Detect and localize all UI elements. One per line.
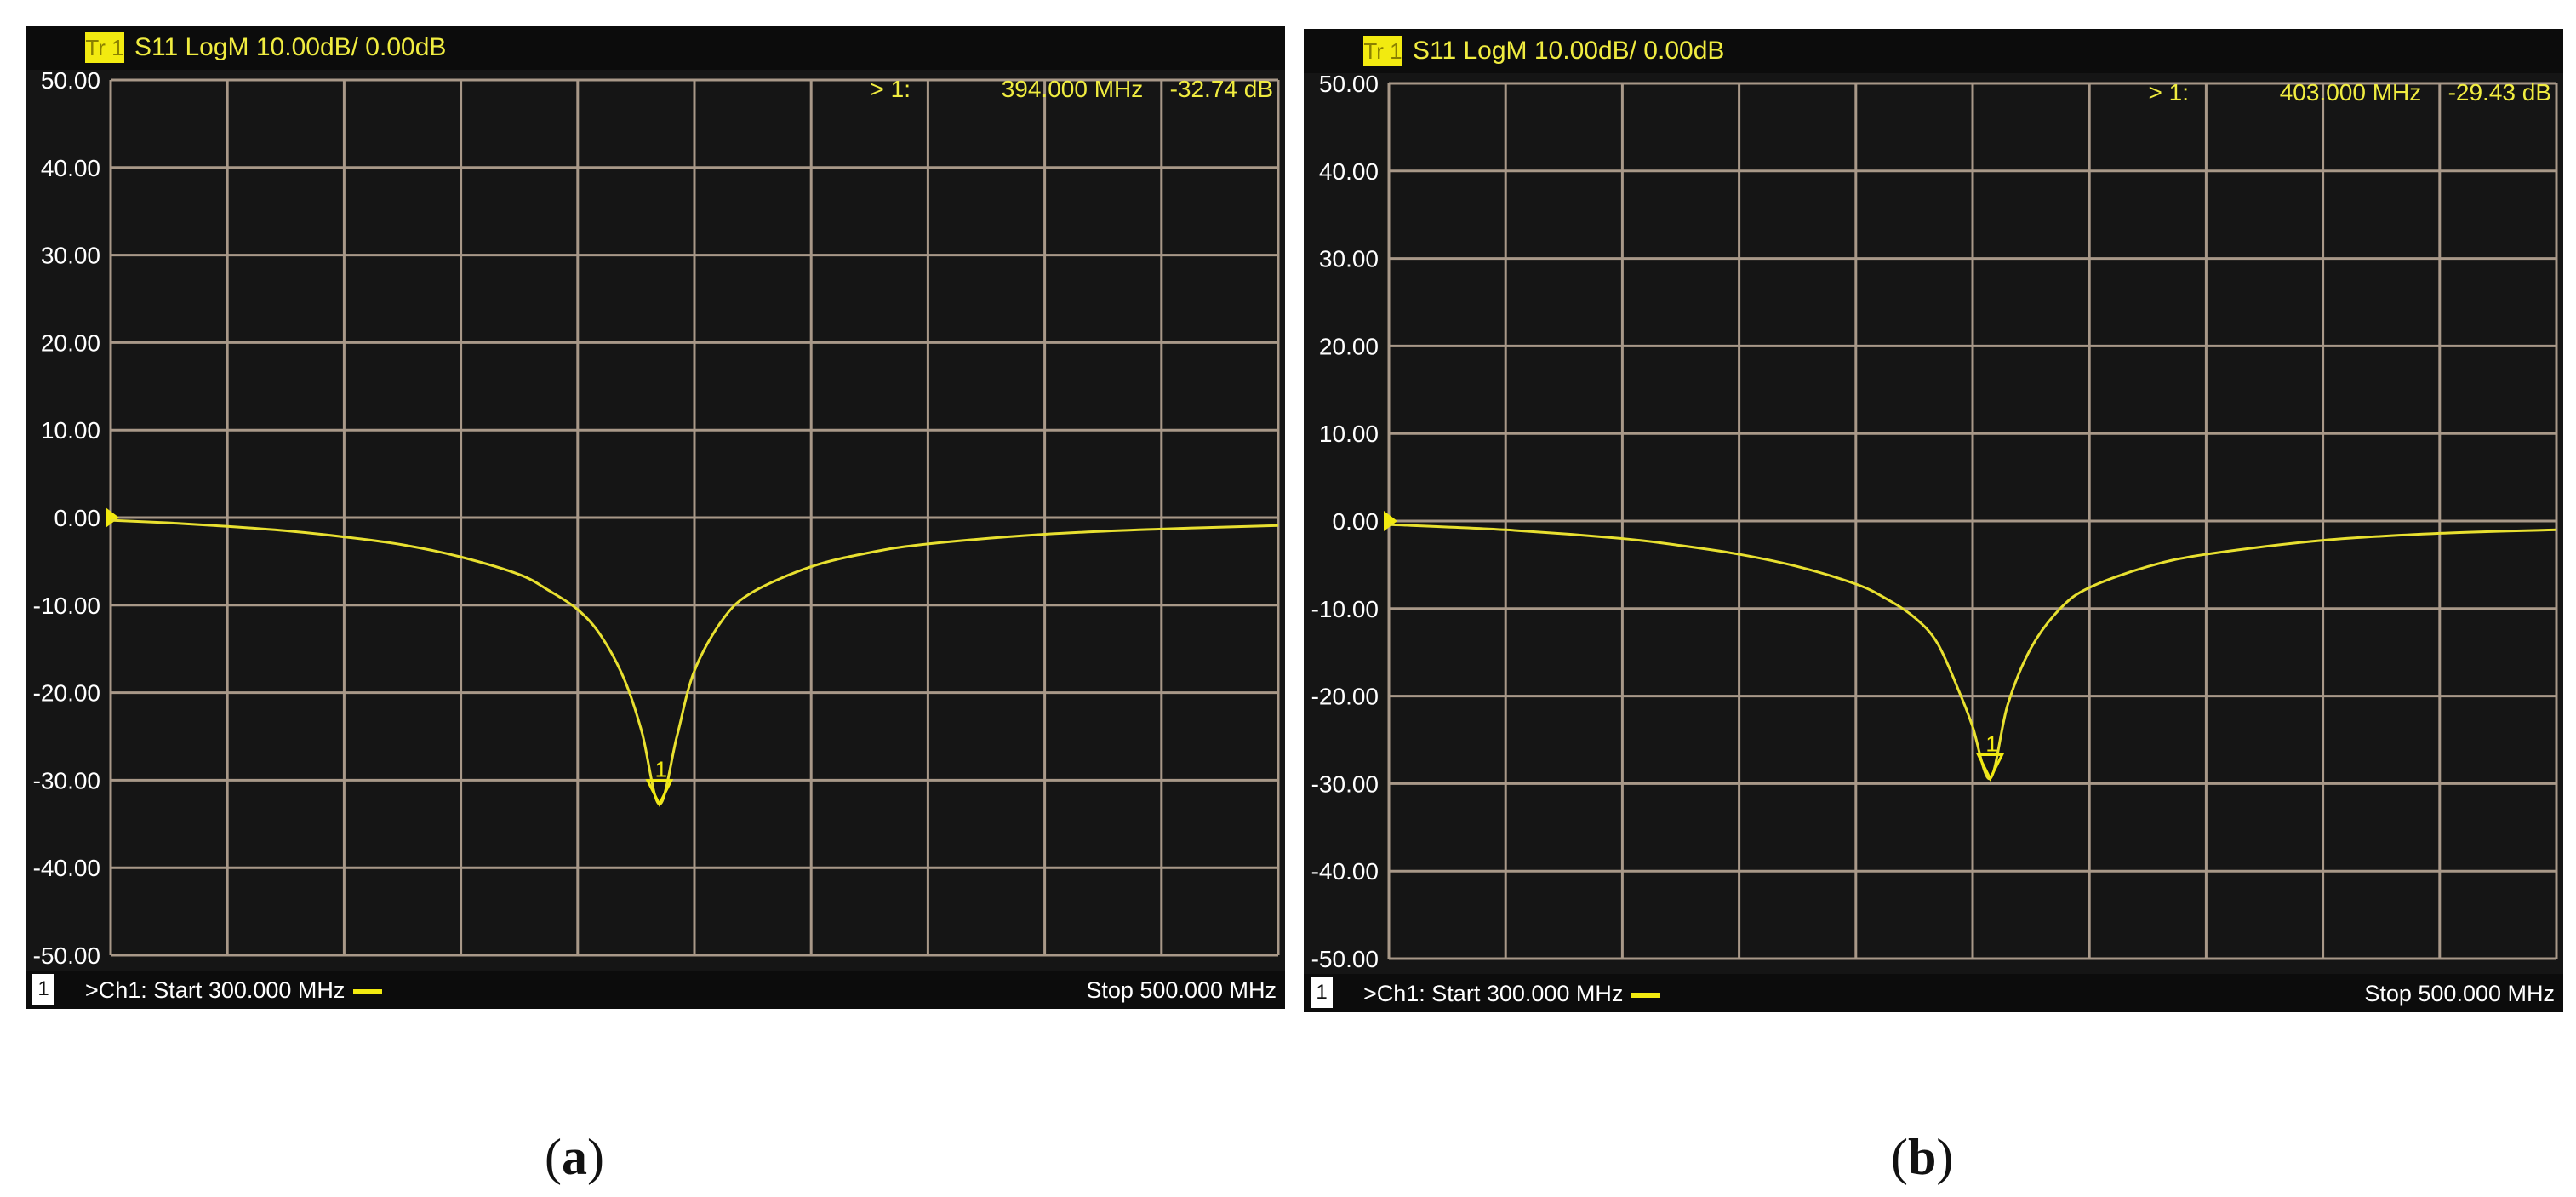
vna-panel-b: Tr 1 S11 LogM 10.00dB/ 0.00dB 50.00 40.00… (1304, 29, 2563, 1012)
marker-readout-value: -29.43 dB (2448, 79, 2551, 106)
y-tick-label: 50.00 (1319, 73, 1379, 97)
trace-swatch (1631, 992, 1661, 998)
chart-svg: 50.00 40.00 30.00 20.00 10.00 0.00 -10.00 -20.0… (33, 67, 1280, 969)
marker-readout-value: -32.74 dB (1170, 76, 1273, 102)
chart-area: 50.00 40.00 30.00 20.00 10.00 0.00 -10.00 -20.0… (1304, 71, 2563, 974)
marker-readout-frequency: 403.000 MHz (2280, 79, 2422, 106)
y-tick-label: -50.00 (33, 942, 100, 969)
y-tick-label: -10.00 (1311, 596, 1379, 622)
y-tick-label: 40.00 (41, 155, 100, 181)
y-tick-label: 30.00 (41, 243, 100, 269)
channel-number: 1 (32, 974, 54, 1005)
y-tick-label: -30.00 (1311, 770, 1379, 797)
y-tick-label: -20.00 (1311, 684, 1379, 710)
start-label: >Ch1: Start 300.000 MHz (1363, 981, 1624, 1006)
trace-swatch (353, 988, 383, 994)
vna-panel-a: Tr 1 S11 LogM 10.00dB/ 0.00dB 50.00 40.00… (26, 26, 1285, 1009)
trace-title: S11 LogM 10.00dB/ 0.00dB (1413, 37, 1725, 65)
channel-number: 1 (1311, 977, 1333, 1008)
trace-header: Tr 1 S11 LogM 10.00dB/ 0.00dB (1304, 29, 2563, 73)
y-tick-label: 20.00 (41, 329, 100, 356)
stop-frequency: Stop 500.000 MHz (2364, 981, 2555, 1006)
y-tick-label: -40.00 (1311, 858, 1379, 885)
y-tick-label: -40.00 (33, 855, 100, 881)
start-label: >Ch1: Start 300.000 MHz (85, 977, 346, 1003)
y-tick-label: 10.00 (41, 417, 100, 444)
marker-label: 1 (1985, 731, 1997, 757)
y-tick-label: -20.00 (33, 680, 100, 707)
y-tick-label: -30.00 (33, 767, 100, 793)
stop-frequency: Stop 500.000 MHz (1086, 977, 1277, 1003)
y-tick-label: 20.00 (1319, 333, 1379, 359)
trace-badge: Tr 1 (85, 32, 124, 63)
y-tick-label: 0.00 (1333, 508, 1379, 535)
y-tick-label: 10.00 (1319, 421, 1379, 447)
y-tick-label: 40.00 (1319, 158, 1379, 185)
trace-header: Tr 1 S11 LogM 10.00dB/ 0.00dB (26, 26, 1285, 70)
marker-readout-id: > 1: (2149, 79, 2189, 106)
y-tick-label: 0.00 (54, 505, 101, 531)
reference-level-icon (1384, 511, 1397, 531)
channel-footer: 1 >Ch1: Start 300.000 MHz Stop 500.000 M… (1304, 974, 2563, 1012)
caption-a: (a) (545, 1129, 604, 1185)
marker-readout-frequency: 394.000 MHz (1002, 76, 1144, 102)
trace-title: S11 LogM 10.00dB/ 0.00dB (134, 33, 447, 61)
start-frequency: >Ch1: Start 300.000 MHz (85, 974, 383, 1006)
start-frequency: >Ch1: Start 300.000 MHz (1363, 977, 1661, 1010)
chart-area: 50.00 40.00 30.00 20.00 10.00 0.00 -10.00 -20.0… (26, 67, 1285, 971)
y-tick-label: 50.00 (41, 70, 100, 94)
caption-b-letter: b (1907, 1129, 1937, 1185)
chart-svg: 50.00 40.00 30.00 20.00 10.00 0.00 -10.00 -20.0… (1311, 71, 2558, 972)
y-tick-label: -10.00 (33, 593, 100, 619)
trace-badge: Tr 1 (1363, 36, 1402, 66)
marker-readout-id: > 1: (871, 76, 911, 102)
y-tick-label: 30.00 (1319, 246, 1379, 272)
channel-footer: 1 >Ch1: Start 300.000 MHz Stop 500.000 M… (26, 971, 1285, 1009)
caption-a-letter: a (561, 1129, 587, 1185)
caption-b: (b) (1891, 1129, 1954, 1185)
marker-label: 1 (655, 757, 667, 782)
y-tick-label: -50.00 (1311, 946, 1379, 972)
reference-level-icon (106, 507, 119, 528)
